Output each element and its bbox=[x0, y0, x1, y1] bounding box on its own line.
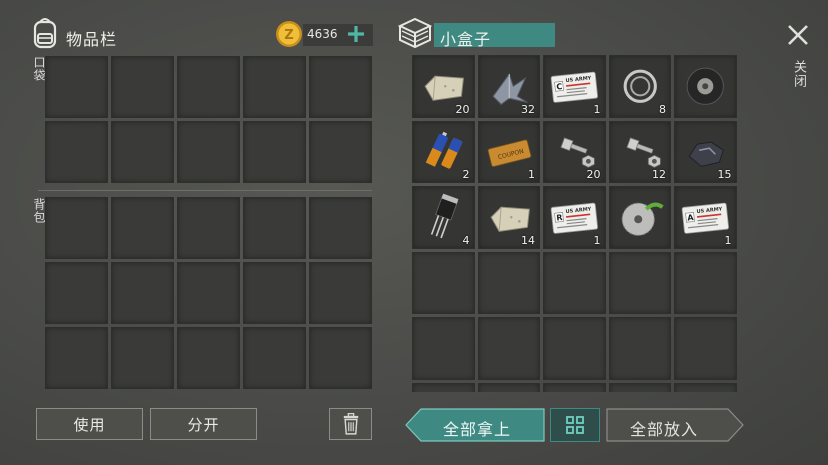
container-grid: 20 32 US ARMY C 1 8 2 COUPON 1 20 12 15 4 14 US ARMY R 1… bbox=[412, 55, 737, 392]
coin-count: 4636 bbox=[307, 27, 338, 41]
trash-icon bbox=[343, 413, 358, 435]
backpack-slot[interactable] bbox=[309, 262, 372, 324]
container-slot[interactable] bbox=[477, 251, 540, 314]
container-slot[interactable] bbox=[674, 382, 737, 392]
backpack-slot[interactable] bbox=[111, 327, 174, 389]
pocket-grid bbox=[45, 56, 372, 183]
pocket-slot[interactable] bbox=[45, 56, 108, 118]
container-slot[interactable] bbox=[674, 317, 737, 380]
backpack-slot[interactable] bbox=[177, 197, 240, 259]
saw-blade-icon bbox=[610, 187, 671, 248]
backpack-slot[interactable] bbox=[45, 262, 108, 324]
item-count: 2 bbox=[462, 168, 470, 181]
backpack-slot[interactable] bbox=[111, 262, 174, 324]
svg-text:Z: Z bbox=[284, 28, 293, 43]
container-slot[interactable] bbox=[543, 317, 606, 380]
coin-icon: Z bbox=[275, 20, 303, 48]
close-icon bbox=[788, 25, 808, 45]
container-slot[interactable] bbox=[674, 251, 737, 314]
backpack-slot[interactable] bbox=[243, 197, 306, 259]
pocket-slot[interactable] bbox=[177, 121, 240, 183]
container-title: 小盒子 bbox=[440, 30, 492, 49]
pocket-slot[interactable] bbox=[309, 56, 372, 118]
backpack-grid bbox=[45, 197, 372, 389]
container-slot[interactable] bbox=[543, 251, 606, 314]
container-slot[interactable] bbox=[477, 317, 540, 380]
container-item-slot[interactable] bbox=[608, 186, 671, 249]
backpack-slot[interactable] bbox=[309, 197, 372, 259]
put-all-label: 全部放入 bbox=[630, 420, 699, 439]
split-button[interactable]: 分开 bbox=[150, 408, 257, 440]
container-item-slot[interactable]: 14 bbox=[477, 186, 540, 249]
backpack-icon bbox=[30, 16, 60, 50]
container-slot[interactable] bbox=[412, 317, 475, 380]
pocket-slot[interactable] bbox=[309, 121, 372, 183]
container-item-slot[interactable]: 12 bbox=[608, 120, 671, 183]
container-grid-viewport[interactable]: 20 32 US ARMY C 1 8 2 COUPON 1 20 12 15 4 14 US ARMY R 1… bbox=[408, 52, 741, 392]
trash-button[interactable] bbox=[329, 408, 372, 440]
inventory-title: 物品栏 bbox=[66, 30, 118, 49]
container-item-slot[interactable]: 20 bbox=[412, 55, 475, 118]
item-count: 1 bbox=[724, 233, 732, 247]
backpack-slot[interactable] bbox=[45, 197, 108, 259]
svg-text:C: C bbox=[556, 82, 563, 92]
item-count: 14 bbox=[521, 233, 535, 247]
backpack-slot[interactable] bbox=[111, 197, 174, 259]
backpack-slot[interactable] bbox=[177, 262, 240, 324]
container-slot[interactable] bbox=[543, 382, 606, 392]
close-label[interactable]: 关闭 bbox=[789, 60, 808, 88]
use-button[interactable]: 使用 bbox=[36, 408, 143, 440]
container-item-slot[interactable]: US ARMY C 1 bbox=[543, 55, 606, 118]
sort-grid-icon bbox=[566, 416, 584, 434]
container-slot[interactable] bbox=[608, 382, 671, 392]
item-count: 20 bbox=[455, 102, 470, 116]
item-count: 1 bbox=[593, 102, 601, 116]
pocket-slot[interactable] bbox=[45, 121, 108, 183]
item-count: 20 bbox=[586, 168, 601, 181]
pocket-slot[interactable] bbox=[243, 121, 306, 183]
section-divider bbox=[38, 190, 372, 191]
box-icon bbox=[397, 17, 433, 49]
backpack-slot[interactable] bbox=[243, 262, 306, 324]
container-item-slot[interactable]: 2 bbox=[412, 120, 475, 183]
container-item-slot[interactable]: 4 bbox=[412, 186, 475, 249]
backpack-slot[interactable] bbox=[45, 327, 108, 389]
pocket-slot[interactable] bbox=[177, 56, 240, 118]
container-slot[interactable] bbox=[412, 251, 475, 314]
item-count: 1 bbox=[593, 233, 601, 247]
backpack-slot[interactable] bbox=[177, 327, 240, 389]
take-all-button[interactable]: 全部拿上 bbox=[405, 408, 545, 442]
container-item-slot[interactable]: 20 bbox=[543, 120, 606, 183]
pocket-slot[interactable] bbox=[111, 121, 174, 183]
item-count: 12 bbox=[652, 168, 666, 181]
container-item-slot[interactable]: US ARMY R 1 bbox=[543, 186, 606, 249]
item-count: 32 bbox=[521, 102, 535, 116]
take-all-label: 全部拿上 bbox=[443, 420, 512, 439]
item-count: 1 bbox=[528, 168, 535, 181]
container-slot[interactable] bbox=[608, 317, 671, 380]
container-item-slot[interactable]: 15 bbox=[674, 120, 737, 183]
container-item-slot[interactable]: COUPON 1 bbox=[477, 120, 540, 183]
close-button[interactable] bbox=[785, 22, 811, 48]
container-item-slot[interactable]: 32 bbox=[477, 55, 540, 118]
container-item-slot[interactable]: US ARMY A 1 bbox=[674, 186, 737, 249]
container-item-slot[interactable] bbox=[674, 55, 737, 118]
sort-button[interactable] bbox=[550, 408, 600, 442]
item-count: 15 bbox=[717, 168, 732, 181]
container-item-slot[interactable]: 8 bbox=[608, 55, 671, 118]
container-slot[interactable] bbox=[608, 251, 671, 314]
backpack-slot[interactable] bbox=[309, 327, 372, 389]
put-all-button[interactable]: 全部放入 bbox=[606, 408, 744, 442]
container-slot[interactable] bbox=[477, 382, 540, 392]
item-count: 4 bbox=[462, 233, 470, 247]
container-slot[interactable] bbox=[412, 382, 475, 392]
item-count: 8 bbox=[659, 102, 666, 116]
tire-icon bbox=[675, 56, 736, 117]
pocket-slot[interactable] bbox=[111, 56, 174, 118]
backpack-slot[interactable] bbox=[243, 327, 306, 389]
pocket-slot[interactable] bbox=[243, 56, 306, 118]
add-coins-button[interactable] bbox=[345, 23, 367, 45]
